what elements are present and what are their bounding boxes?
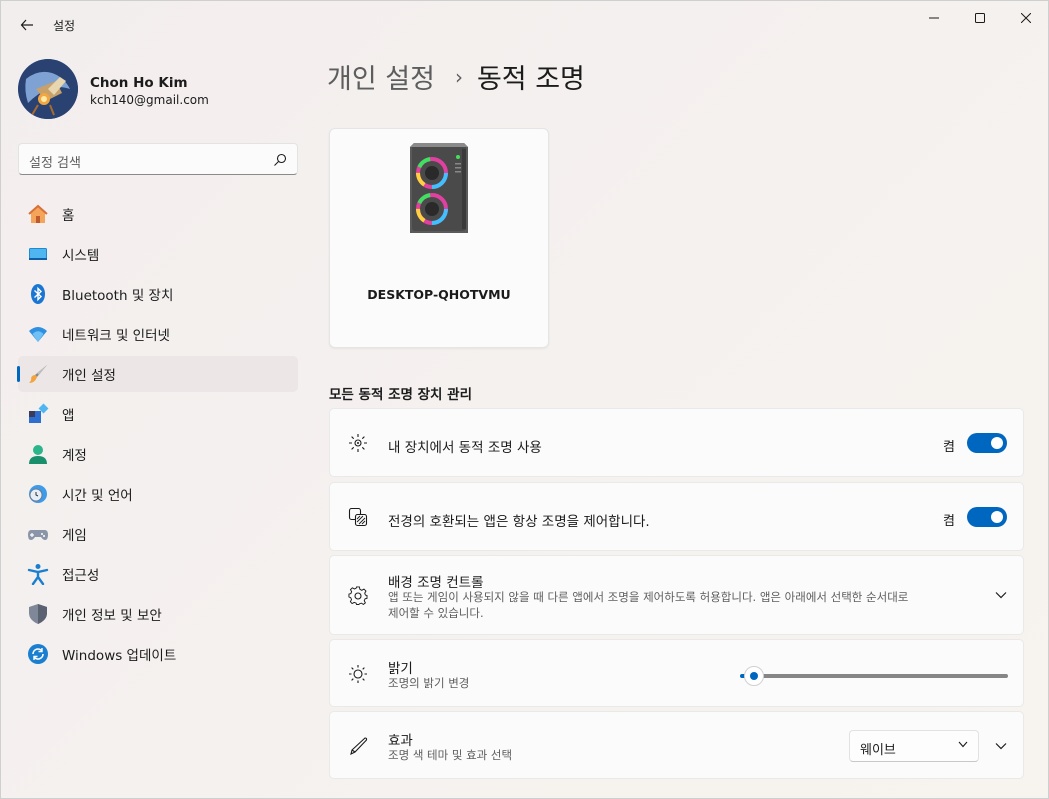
user-profile[interactable]: Chon Ho Kim kch140@gmail.com [18,59,298,119]
gear-icon [347,585,369,607]
sidebar-item-label: 계정 [62,448,87,464]
background-control-title: 배경 조명 컨트롤 [388,575,484,591]
chevron-down-icon [958,741,968,748]
brush-icon [27,363,49,385]
sidebar-item-label: 시간 및 언어 [62,488,133,504]
title-bar: 설정 [1,1,1048,49]
background-control-subtitle-line2: 제어할 수 있습니다. [388,606,484,620]
avatar [18,59,78,119]
sidebar-item-label: 네트워크 및 인터넷 [62,328,170,344]
use-dynamic-lighting-card: 내 장치에서 동적 조명 사용 켬 [329,408,1024,477]
foreground-control-card: 전경의 호환되는 앱은 항상 조명을 제어합니다. 켬 [329,482,1024,551]
user-name: Chon Ho Kim [90,75,188,91]
sidebar-item-apps[interactable]: 앱 [18,396,298,432]
toggle-state-label: 켬 [943,440,955,455]
sidebar-item-windows-update[interactable]: Windows 업데이트 [18,636,298,672]
maximize-button[interactable] [957,1,1003,35]
breadcrumb: 개인 설정 › 동적 조명 [327,57,585,96]
sidebar-item-label: 개인 정보 및 보안 [62,608,162,624]
home-icon [27,203,49,225]
chevron-down-icon[interactable] [993,587,1009,603]
desktop-tower-icon [410,143,468,233]
sidebar-item-home[interactable]: 홈 [18,196,298,232]
sidebar-item-label: Windows 업데이트 [62,648,177,664]
shield-icon [27,603,49,625]
slider-thumb[interactable] [744,666,764,686]
use-dynamic-lighting-toggle[interactable] [967,433,1007,453]
slider-track[interactable] [750,674,1008,678]
sidebar-nav: 홈 시스템 Bluetooth 및 장치 네트워크 및 인터넷 개인 설정 앱 … [17,196,298,676]
effect-select-value: 웨이브 [860,743,896,758]
sidebar-item-label: 접근성 [62,568,100,584]
breadcrumb-parent[interactable]: 개인 설정 [327,57,435,96]
apps-icon [27,403,49,425]
layers-icon [347,506,369,528]
search-input[interactable]: 설정 검색 [29,152,81,171]
sidebar-item-accessibility[interactable]: 접근성 [18,556,298,592]
chevron-down-icon[interactable] [993,738,1009,754]
toggle-state-label: 켬 [943,514,955,529]
gamepad-icon [27,523,49,545]
foreground-control-toggle[interactable] [967,507,1007,527]
close-icon [1021,13,1031,23]
brightness-title: 밝기 [388,661,413,677]
sidebar-item-label: 게임 [62,528,87,544]
search-box[interactable]: 설정 검색 [18,143,298,175]
foreground-control-label: 전경의 호환되는 앱은 항상 조명을 제어합니다. [388,514,650,530]
wifi-icon [27,323,49,345]
sidebar-item-bluetooth[interactable]: Bluetooth 및 장치 [18,276,298,312]
sidebar-item-label: 홈 [62,208,75,224]
search-icon [274,153,287,166]
sidebar-item-label: Bluetooth 및 장치 [62,288,174,304]
background-control-subtitle-line1: 앱 또는 게임이 사용되지 않을 때 다른 앱에서 조명을 제어하도록 허용합니… [388,590,909,604]
sidebar-item-system[interactable]: 시스템 [18,236,298,272]
effects-title: 효과 [388,733,413,749]
page-title: 동적 조명 [476,64,585,95]
back-button[interactable] [13,11,41,39]
sidebar-item-time-language[interactable]: 시간 및 언어 [18,476,298,512]
pen-icon [347,735,369,757]
app-title: 설정 [53,19,76,33]
account-icon [27,443,49,465]
minimize-icon [929,17,939,19]
user-email: kch140@gmail.com [90,93,209,107]
device-name: DESKTOP-QHOTVMU [367,287,511,302]
clock-globe-icon [27,483,49,505]
section-title: 모든 동적 조명 장치 관리 [329,387,472,403]
accessibility-icon [27,563,49,585]
sidebar-item-label: 개인 설정 [62,368,116,384]
background-control-card[interactable]: 배경 조명 컨트롤 앱 또는 게임이 사용되지 않을 때 다른 앱에서 조명을 … [329,555,1024,635]
sidebar-item-gaming[interactable]: 게임 [18,516,298,552]
effect-select[interactable]: 웨이브 [849,730,979,762]
sidebar-item-accounts[interactable]: 계정 [18,436,298,472]
close-button[interactable] [1003,1,1049,35]
sun-icon [347,663,369,685]
lighting-icon [347,432,369,454]
maximize-icon [975,13,985,23]
system-icon [27,243,49,265]
use-dynamic-lighting-label: 내 장치에서 동적 조명 사용 [388,440,542,456]
sidebar-item-label: 앱 [62,408,75,424]
device-card[interactable]: DESKTOP-QHOTVMU [329,128,549,348]
minimize-button[interactable] [911,1,957,35]
breadcrumb-separator: › [454,64,463,89]
back-arrow-icon [20,19,33,31]
sidebar-item-label: 시스템 [62,248,100,264]
sidebar-item-network[interactable]: 네트워크 및 인터넷 [18,316,298,352]
sidebar-item-privacy[interactable]: 개인 정보 및 보안 [18,596,298,632]
brightness-slider[interactable] [740,666,1010,686]
effects-card[interactable]: 효과 조명 색 테마 및 효과 선택 웨이브 [329,711,1024,779]
settings-window: 설정 Chon Ho Kim kch140@gmail.com 설정 검색 홈 … [0,0,1049,799]
sidebar-item-personalization[interactable]: 개인 설정 [17,356,298,392]
bluetooth-icon [27,283,49,305]
update-icon [27,643,49,665]
brightness-card: 밝기 조명의 밝기 변경 [329,639,1024,707]
